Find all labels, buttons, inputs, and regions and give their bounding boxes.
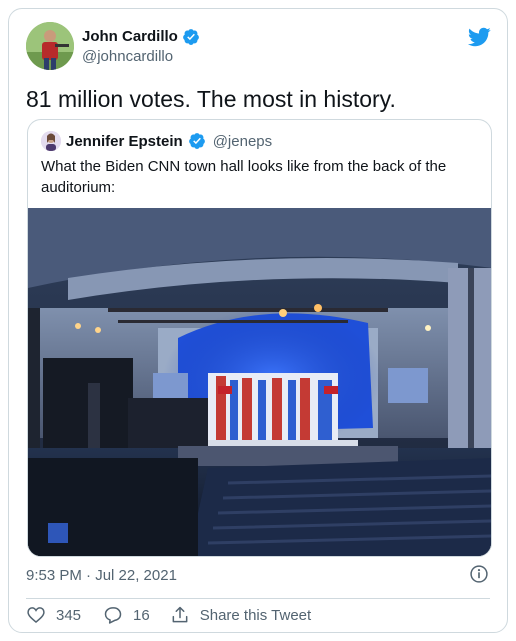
tweet-card[interactable]: John Cardillo @johncardillo 81 million v… <box>8 8 508 633</box>
quoted-author-avatar[interactable] <box>41 131 61 151</box>
author-handle[interactable]: @johncardillo <box>82 48 200 65</box>
reply-count: 16 <box>133 606 150 624</box>
tweet-timestamp[interactable]: 9:53 PM · Jul 22, 2021 <box>26 567 177 584</box>
verified-badge-icon <box>182 28 199 45</box>
verified-badge-icon <box>188 133 205 149</box>
author-avatar[interactable] <box>26 22 74 70</box>
author-avatar-image <box>26 22 74 70</box>
like-button[interactable]: 345 <box>26 605 81 625</box>
divider <box>26 598 490 599</box>
quoted-author-avatar-image <box>41 131 61 151</box>
quoted-author-display-name[interactable]: Jennifer Epstein <box>66 133 183 150</box>
quoted-tweet[interactable]: Jennifer Epstein @jeneps What the Biden … <box>27 119 492 557</box>
share-upload-icon <box>172 606 188 623</box>
heart-icon <box>27 607 45 624</box>
tweet-text: 81 million votes. The most in history. <box>26 86 396 112</box>
author-display-name[interactable]: John Cardillo <box>82 28 178 45</box>
quoted-tweet-photo[interactable] <box>28 208 492 557</box>
info-icon[interactable] <box>469 564 489 584</box>
tweet-author[interactable]: John Cardillo @johncardillo <box>26 22 200 70</box>
twitter-bird-icon[interactable] <box>467 25 491 49</box>
tweet-actions: 345 16 Share this Tweet <box>26 604 311 626</box>
share-button[interactable]: Share this Tweet <box>170 605 311 625</box>
share-label: Share this Tweet <box>199 606 312 624</box>
quoted-tweet-text: What the Biden CNN town hall looks like … <box>41 158 447 196</box>
quoted-tweet-author[interactable]: Jennifer Epstein @jeneps <box>41 131 272 151</box>
reply-bubble-icon <box>104 607 122 624</box>
quoted-author-handle[interactable]: @jeneps <box>213 133 272 150</box>
like-count: 345 <box>56 606 82 624</box>
reply-button[interactable]: 16 <box>103 605 150 625</box>
